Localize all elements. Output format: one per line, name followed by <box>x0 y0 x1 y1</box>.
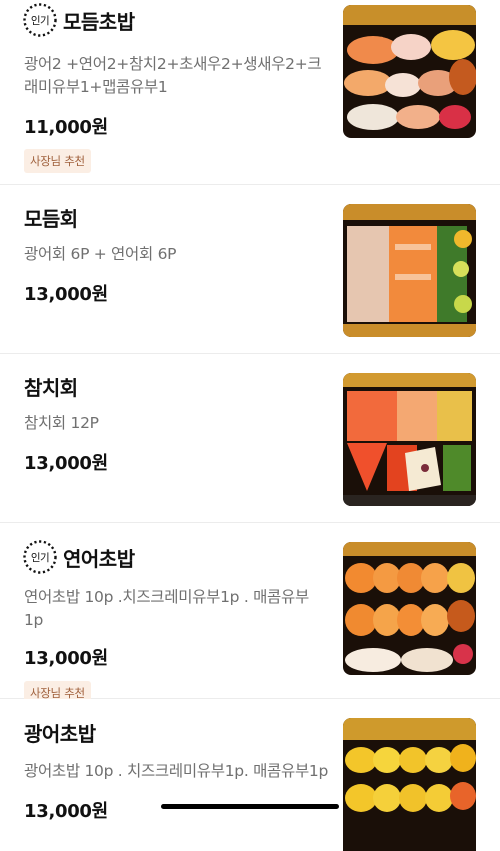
menu-item[interactable]: 광어초밥 광어초밥 10p . 치즈크레미유부1p. 매콤유부1p 13,000… <box>0 699 500 851</box>
menu-item-description: 광어2 +연어2+참치2+초새우2+생새우2+크래미유부1+맵콤유부1 <box>24 55 322 96</box>
home-indicator[interactable] <box>161 804 339 809</box>
menu-item-price: 13,000원 <box>24 453 108 474</box>
menu-item-price: 11,000원 <box>24 117 108 138</box>
menu-item-price: 13,000원 <box>24 801 108 822</box>
menu-item-photo <box>343 5 476 138</box>
menu-item-photo <box>343 542 476 675</box>
menu-item[interactable]: 참치회 참치회 12P 13,000원 <box>0 354 500 523</box>
menu-item-name: 모듬회 <box>24 206 78 231</box>
menu-item[interactable]: 인기 모듬초밥 광어2 +연어2+참치2+초새우2+생새우2+크래미유부1+맵콤… <box>0 0 500 185</box>
menu-item-description: 연어초밥 10p .치즈크레미유부1p . 매콤유부 1p <box>24 588 309 629</box>
popular-badge-icon: 인기 <box>22 539 58 575</box>
popular-badge-icon: 인기 <box>22 2 58 38</box>
menu-item-name: 광어초밥 <box>24 721 96 746</box>
menu-item-photo <box>343 204 476 337</box>
menu-item-description: 광어회 6P + 연어회 6P <box>24 245 177 263</box>
menu-item-photo <box>343 373 476 506</box>
menu-item-description: 참치회 12P <box>24 414 99 432</box>
menu-item-description: 광어초밥 10p . 치즈크레미유부1p. 매콤유부1p <box>24 762 329 780</box>
menu-item[interactable]: 인기 연어초밥 연어초밥 10p .치즈크레미유부1p . 매콤유부 1p 13… <box>0 523 500 705</box>
menu-item-price: 13,000원 <box>24 648 108 669</box>
menu-item-name: 연어초밥 <box>63 546 135 571</box>
menu-item-name: 모듬초밥 <box>63 9 135 34</box>
menu-item[interactable]: 모듬회 광어회 6P + 연어회 6P 13,000원 <box>0 185 500 354</box>
menu-item-photo <box>343 718 476 851</box>
menu-item-name: 참치회 <box>24 375 78 400</box>
recommend-tag: 사장님 추천 <box>24 149 91 173</box>
menu-item-price: 13,000원 <box>24 284 108 305</box>
